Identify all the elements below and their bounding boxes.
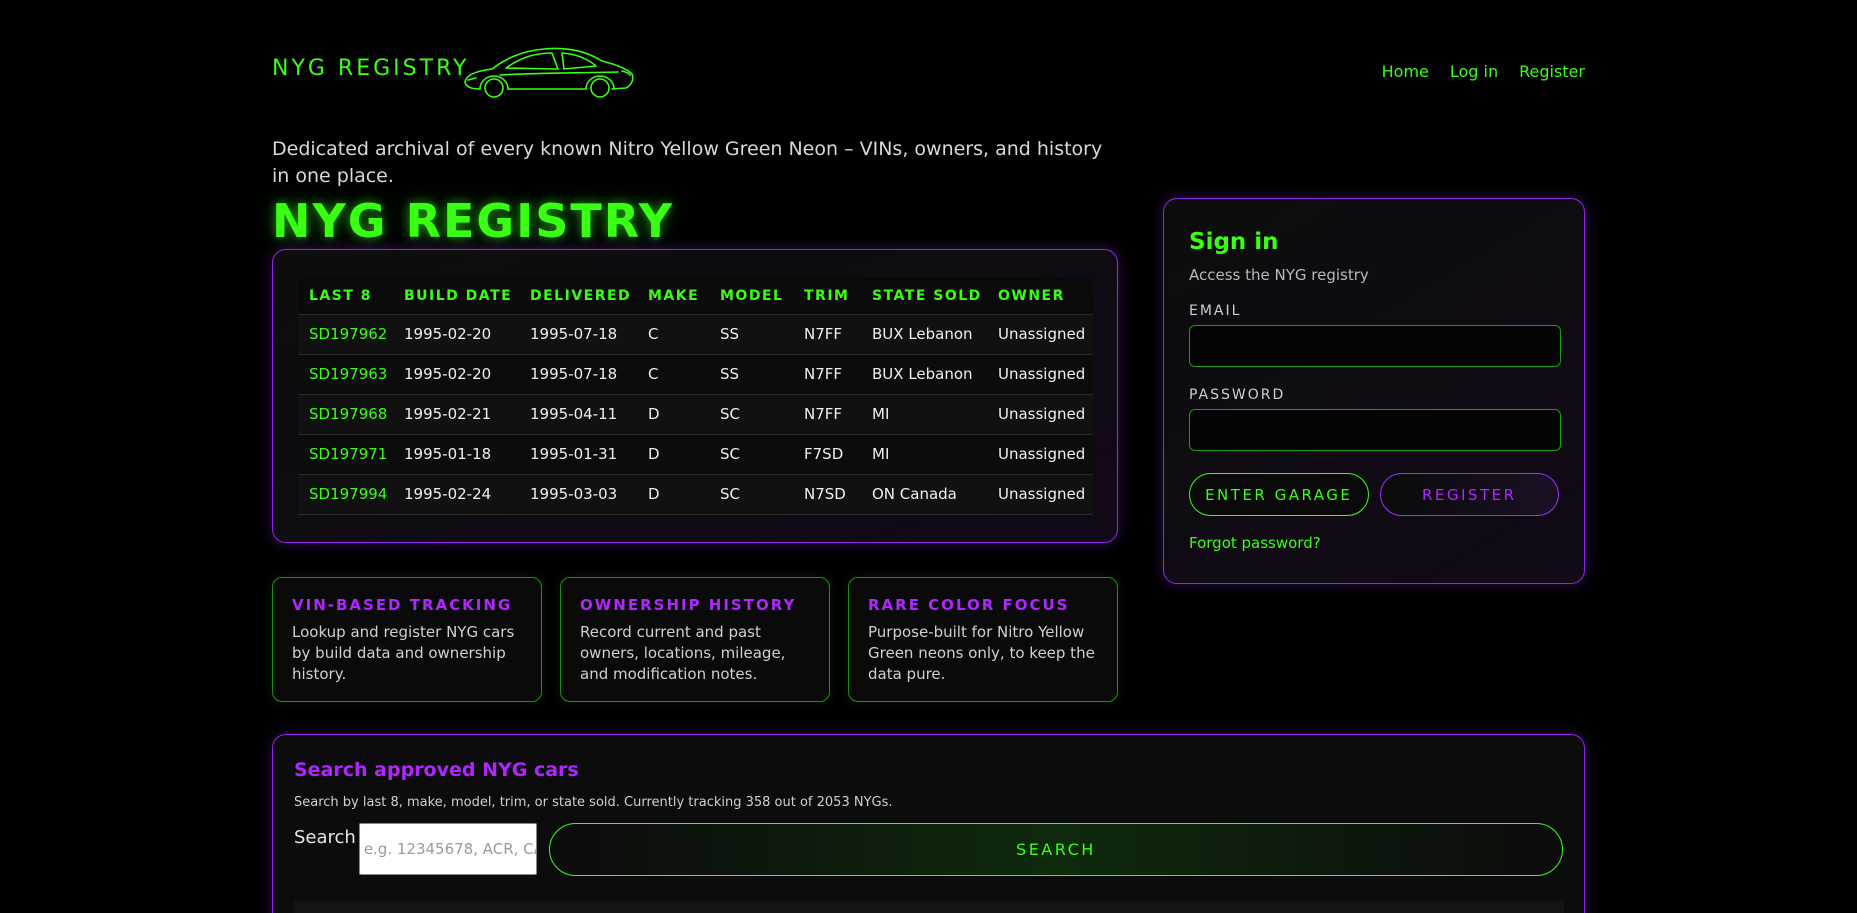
password-field[interactable] [1189, 409, 1561, 451]
table-cell: C [637, 353, 709, 394]
column-header: OWNER [998, 287, 1065, 304]
table-cell: 1995-04-11 [519, 393, 637, 434]
feature-text: Record current and past owners, location… [580, 623, 786, 683]
enter-garage-button[interactable]: ENTER GARAGE [1189, 473, 1369, 516]
registry-table-card: LAST 8 BUILD DATE DELIVERED MAKE MODEL T… [272, 249, 1118, 543]
table-cell: Unassigned [987, 473, 1093, 515]
table-cell: D [637, 433, 709, 474]
table-cell: N7SD [793, 473, 861, 515]
table-cell: 1995-01-18 [393, 433, 519, 474]
vin-link[interactable]: SD197962 [309, 325, 387, 343]
page: NYG REGISTRY Home Log in Register Dedica… [0, 0, 1857, 913]
table-cell: Unassigned [987, 393, 1093, 434]
nav-register-link[interactable]: Register [1519, 62, 1585, 81]
column-header: BUILD DATE [404, 287, 513, 304]
registry-table: LAST 8 BUILD DATE DELIVERED MAKE MODEL T… [298, 278, 1093, 515]
table-row: SD197963 1995-02-20 1995-07-18 C SS N7FF… [298, 353, 1093, 394]
hero-title: NYG REGISTRY [272, 194, 675, 248]
table-cell: D [637, 393, 709, 434]
vin-link[interactable]: SD197971 [309, 445, 387, 463]
column-header: LAST 8 [309, 287, 373, 304]
nav-login-link[interactable]: Log in [1450, 62, 1498, 81]
register-button[interactable]: REGISTER [1379, 473, 1559, 516]
search-description: Search by last 8, make, model, trim, or … [294, 795, 893, 810]
search-row: Search SEARCH [294, 823, 1563, 876]
table-row: SD197962 1995-02-20 1995-07-18 C SS N7FF… [298, 313, 1093, 354]
column-header: MAKE [648, 287, 700, 304]
table-cell: SS [709, 353, 793, 394]
table-cell: 1995-02-24 [393, 473, 519, 515]
table-cell: SC [709, 473, 793, 515]
table-cell: SC [709, 433, 793, 474]
feature-title: RARE COLOR FOCUS [868, 596, 1070, 614]
table-row: SD197994 1995-02-24 1995-03-03 D SC N7SD… [298, 473, 1093, 515]
table-cell: Unassigned [987, 353, 1093, 394]
column-header: STATE SOLD [872, 287, 982, 304]
brand-logo[interactable]: NYG REGISTRY [272, 56, 469, 81]
table-cell: C [637, 313, 709, 354]
top-nav: Home Log in Register [1382, 62, 1585, 81]
table-cell: 1995-07-18 [519, 313, 637, 354]
table-cell: Unassigned [987, 313, 1093, 354]
table-row: SD197971 1995-01-18 1995-01-31 D SC F7SD… [298, 433, 1093, 474]
email-field[interactable] [1189, 325, 1561, 367]
feature-text: Purpose-built for Nitro Yellow Green neo… [868, 623, 1095, 683]
table-cell: Unassigned [987, 433, 1093, 474]
table-cell: MI [861, 393, 987, 434]
table-cell: 1995-03-03 [519, 473, 637, 515]
forgot-password-link[interactable]: Forgot password? [1189, 534, 1321, 552]
table-cell: 1995-01-31 [519, 433, 637, 474]
table-cell: 1995-07-18 [519, 353, 637, 394]
table-cell: D [637, 473, 709, 515]
signin-button-row: ENTER GARAGE REGISTER [1189, 473, 1559, 516]
table-cell: N7FF [793, 313, 861, 354]
feature-card-rare-color: RARE COLOR FOCUS Purpose-built for Nitro… [848, 577, 1118, 702]
column-header: MODEL [720, 287, 784, 304]
table-cell: F7SD [793, 433, 861, 474]
signin-title: Sign in [1189, 229, 1279, 255]
table-cell: BUX Lebanon [861, 313, 987, 354]
feature-card-ownership-history: OWNERSHIP HISTORY Record current and pas… [560, 577, 830, 702]
nav-home-link[interactable]: Home [1382, 62, 1429, 81]
table-cell: 1995-02-21 [393, 393, 519, 434]
signin-subtitle: Access the NYG registry [1189, 266, 1369, 284]
table-header-row: LAST 8 BUILD DATE DELIVERED MAKE MODEL T… [298, 278, 1093, 314]
brand-text: NYG REGISTRY [272, 56, 470, 81]
table-cell: N7FF [793, 393, 861, 434]
table-cell: BUX Lebanon [861, 353, 987, 394]
table-cell: 1995-02-20 [393, 353, 519, 394]
table-cell: ON Canada [861, 473, 987, 515]
column-header: DELIVERED [530, 287, 632, 304]
feature-title: VIN-BASED TRACKING [292, 596, 513, 614]
feature-card-vin-tracking: VIN-BASED TRACKING Lookup and register N… [272, 577, 542, 702]
password-label: PASSWORD [1189, 387, 1286, 403]
search-input[interactable] [358, 823, 537, 875]
search-title: Search approved NYG cars [294, 759, 579, 781]
table-cell: SC [709, 393, 793, 434]
feature-title: OWNERSHIP HISTORY [580, 596, 797, 614]
vin-link[interactable]: SD197968 [309, 405, 387, 423]
search-button[interactable]: SEARCH [548, 823, 1563, 876]
table-row: SD197968 1995-02-21 1995-04-11 D SC N7FF… [298, 393, 1093, 434]
search-label: Search [294, 827, 356, 848]
column-header: TRIM [804, 287, 850, 304]
search-card: Search approved NYG cars Search by last … [272, 734, 1585, 913]
feature-text: Lookup and register NYG cars by build da… [292, 623, 515, 683]
table-cell: N7FF [793, 353, 861, 394]
tagline: Dedicated archival of every known Nitro … [272, 138, 1103, 187]
results-area [294, 901, 1564, 913]
car-outline-icon [464, 47, 634, 98]
table-cell: MI [861, 433, 987, 474]
signin-card: Sign in Access the NYG registry EMAIL PA… [1163, 198, 1585, 584]
vin-link[interactable]: SD197994 [309, 485, 387, 503]
email-label: EMAIL [1189, 303, 1242, 319]
table-cell: SS [709, 313, 793, 354]
vin-link[interactable]: SD197963 [309, 365, 387, 383]
table-cell: 1995-02-20 [393, 313, 519, 354]
